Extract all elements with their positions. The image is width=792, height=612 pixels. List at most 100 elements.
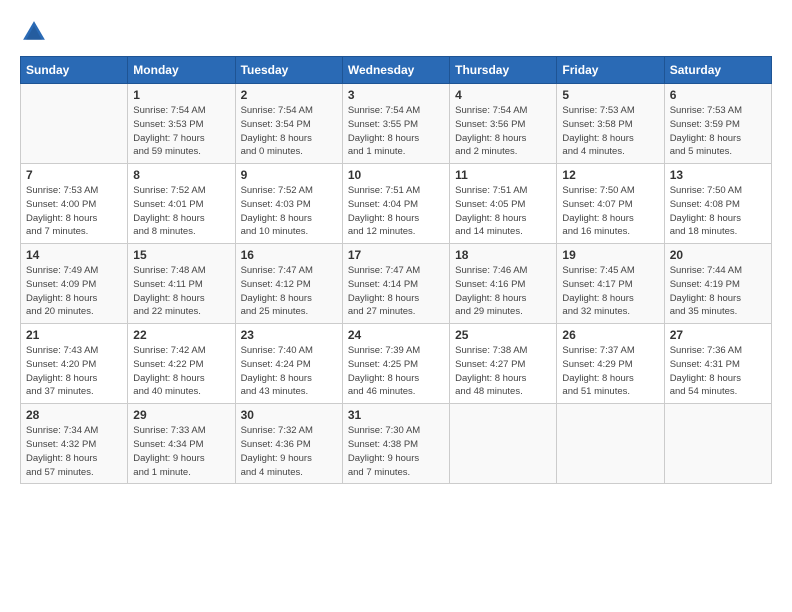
week-row-3: 21 Sunrise: 7:43 AM Sunset: 4:20 PM Dayli… xyxy=(21,324,772,404)
day-number: 7 xyxy=(26,168,122,182)
day-number: 5 xyxy=(562,88,658,102)
day-number: 15 xyxy=(133,248,229,262)
page: SundayMondayTuesdayWednesdayThursdayFrid… xyxy=(0,0,792,494)
day-number: 20 xyxy=(670,248,766,262)
week-row-0: 1 Sunrise: 7:54 AM Sunset: 3:53 PM Daylig… xyxy=(21,84,772,164)
day-info: Sunrise: 7:54 AM Sunset: 3:56 PM Dayligh… xyxy=(455,104,551,159)
day-info: Sunrise: 7:42 AM Sunset: 4:22 PM Dayligh… xyxy=(133,344,229,399)
header-wednesday: Wednesday xyxy=(342,57,449,84)
day-info: Sunrise: 7:36 AM Sunset: 4:31 PM Dayligh… xyxy=(670,344,766,399)
day-number: 2 xyxy=(241,88,337,102)
header-row: SundayMondayTuesdayWednesdayThursdayFrid… xyxy=(21,57,772,84)
day-info: Sunrise: 7:46 AM Sunset: 4:16 PM Dayligh… xyxy=(455,264,551,319)
day-info: Sunrise: 7:53 AM Sunset: 3:59 PM Dayligh… xyxy=(670,104,766,159)
header-friday: Friday xyxy=(557,57,664,84)
day-info: Sunrise: 7:45 AM Sunset: 4:17 PM Dayligh… xyxy=(562,264,658,319)
logo xyxy=(20,18,52,46)
day-cell: 7 Sunrise: 7:53 AM Sunset: 4:00 PM Daylig… xyxy=(21,164,128,244)
day-number: 16 xyxy=(241,248,337,262)
header-monday: Monday xyxy=(128,57,235,84)
day-number: 14 xyxy=(26,248,122,262)
day-cell xyxy=(557,404,664,484)
day-cell xyxy=(664,404,771,484)
day-info: Sunrise: 7:33 AM Sunset: 4:34 PM Dayligh… xyxy=(133,424,229,479)
day-number: 29 xyxy=(133,408,229,422)
logo-icon xyxy=(20,18,48,46)
day-number: 10 xyxy=(348,168,444,182)
day-cell: 17 Sunrise: 7:47 AM Sunset: 4:14 PM Dayli… xyxy=(342,244,449,324)
day-cell: 26 Sunrise: 7:37 AM Sunset: 4:29 PM Dayli… xyxy=(557,324,664,404)
day-cell: 16 Sunrise: 7:47 AM Sunset: 4:12 PM Dayli… xyxy=(235,244,342,324)
day-info: Sunrise: 7:54 AM Sunset: 3:54 PM Dayligh… xyxy=(241,104,337,159)
day-number: 23 xyxy=(241,328,337,342)
day-number: 28 xyxy=(26,408,122,422)
day-info: Sunrise: 7:38 AM Sunset: 4:27 PM Dayligh… xyxy=(455,344,551,399)
day-number: 4 xyxy=(455,88,551,102)
day-info: Sunrise: 7:50 AM Sunset: 4:07 PM Dayligh… xyxy=(562,184,658,239)
day-cell: 4 Sunrise: 7:54 AM Sunset: 3:56 PM Daylig… xyxy=(450,84,557,164)
day-cell: 12 Sunrise: 7:50 AM Sunset: 4:07 PM Dayli… xyxy=(557,164,664,244)
day-cell: 21 Sunrise: 7:43 AM Sunset: 4:20 PM Dayli… xyxy=(21,324,128,404)
header-thursday: Thursday xyxy=(450,57,557,84)
day-info: Sunrise: 7:51 AM Sunset: 4:04 PM Dayligh… xyxy=(348,184,444,239)
day-number: 1 xyxy=(133,88,229,102)
day-cell: 13 Sunrise: 7:50 AM Sunset: 4:08 PM Dayli… xyxy=(664,164,771,244)
day-cell: 23 Sunrise: 7:40 AM Sunset: 4:24 PM Dayli… xyxy=(235,324,342,404)
day-info: Sunrise: 7:54 AM Sunset: 3:53 PM Dayligh… xyxy=(133,104,229,159)
day-info: Sunrise: 7:43 AM Sunset: 4:20 PM Dayligh… xyxy=(26,344,122,399)
day-info: Sunrise: 7:52 AM Sunset: 4:03 PM Dayligh… xyxy=(241,184,337,239)
header-saturday: Saturday xyxy=(664,57,771,84)
day-number: 9 xyxy=(241,168,337,182)
day-cell: 6 Sunrise: 7:53 AM Sunset: 3:59 PM Daylig… xyxy=(664,84,771,164)
day-cell: 24Sunrise: 7:39 AM Sunset: 4:25 PM Dayli… xyxy=(342,324,449,404)
day-cell: 14 Sunrise: 7:49 AM Sunset: 4:09 PM Dayli… xyxy=(21,244,128,324)
day-info: Sunrise: 7:51 AM Sunset: 4:05 PM Dayligh… xyxy=(455,184,551,239)
day-info: Sunrise: 7:47 AM Sunset: 4:14 PM Dayligh… xyxy=(348,264,444,319)
day-info: Sunrise: 7:48 AM Sunset: 4:11 PM Dayligh… xyxy=(133,264,229,319)
day-info: Sunrise: 7:52 AM Sunset: 4:01 PM Dayligh… xyxy=(133,184,229,239)
day-cell: 8Sunrise: 7:52 AM Sunset: 4:01 PM Daylig… xyxy=(128,164,235,244)
day-cell: 20 Sunrise: 7:44 AM Sunset: 4:19 PM Dayli… xyxy=(664,244,771,324)
day-cell: 31Sunrise: 7:30 AM Sunset: 4:38 PM Dayli… xyxy=(342,404,449,484)
day-cell: 1 Sunrise: 7:54 AM Sunset: 3:53 PM Daylig… xyxy=(128,84,235,164)
day-number: 12 xyxy=(562,168,658,182)
day-number: 18 xyxy=(455,248,551,262)
day-number: 19 xyxy=(562,248,658,262)
day-info: Sunrise: 7:49 AM Sunset: 4:09 PM Dayligh… xyxy=(26,264,122,319)
week-row-1: 7 Sunrise: 7:53 AM Sunset: 4:00 PM Daylig… xyxy=(21,164,772,244)
day-number: 6 xyxy=(670,88,766,102)
day-cell: 25 Sunrise: 7:38 AM Sunset: 4:27 PM Dayli… xyxy=(450,324,557,404)
day-info: Sunrise: 7:54 AM Sunset: 3:55 PM Dayligh… xyxy=(348,104,444,159)
day-number: 24 xyxy=(348,328,444,342)
day-number: 17 xyxy=(348,248,444,262)
day-info: Sunrise: 7:53 AM Sunset: 3:58 PM Dayligh… xyxy=(562,104,658,159)
day-info: Sunrise: 7:30 AM Sunset: 4:38 PM Dayligh… xyxy=(348,424,444,479)
week-row-4: 28 Sunrise: 7:34 AM Sunset: 4:32 PM Dayli… xyxy=(21,404,772,484)
day-info: Sunrise: 7:44 AM Sunset: 4:19 PM Dayligh… xyxy=(670,264,766,319)
day-number: 27 xyxy=(670,328,766,342)
day-info: Sunrise: 7:53 AM Sunset: 4:00 PM Dayligh… xyxy=(26,184,122,239)
day-number: 22 xyxy=(133,328,229,342)
day-number: 30 xyxy=(241,408,337,422)
day-info: Sunrise: 7:47 AM Sunset: 4:12 PM Dayligh… xyxy=(241,264,337,319)
day-info: Sunrise: 7:34 AM Sunset: 4:32 PM Dayligh… xyxy=(26,424,122,479)
day-cell: 11Sunrise: 7:51 AM Sunset: 4:05 PM Dayli… xyxy=(450,164,557,244)
day-info: Sunrise: 7:37 AM Sunset: 4:29 PM Dayligh… xyxy=(562,344,658,399)
day-cell: 22 Sunrise: 7:42 AM Sunset: 4:22 PM Dayli… xyxy=(128,324,235,404)
calendar-table: SundayMondayTuesdayWednesdayThursdayFrid… xyxy=(20,56,772,484)
day-number: 26 xyxy=(562,328,658,342)
header xyxy=(20,18,772,46)
day-cell: 15 Sunrise: 7:48 AM Sunset: 4:11 PM Dayli… xyxy=(128,244,235,324)
day-info: Sunrise: 7:40 AM Sunset: 4:24 PM Dayligh… xyxy=(241,344,337,399)
day-info: Sunrise: 7:32 AM Sunset: 4:36 PM Dayligh… xyxy=(241,424,337,479)
day-cell: 30 Sunrise: 7:32 AM Sunset: 4:36 PM Dayli… xyxy=(235,404,342,484)
day-number: 21 xyxy=(26,328,122,342)
day-info: Sunrise: 7:50 AM Sunset: 4:08 PM Dayligh… xyxy=(670,184,766,239)
header-tuesday: Tuesday xyxy=(235,57,342,84)
day-number: 25 xyxy=(455,328,551,342)
day-cell: 27 Sunrise: 7:36 AM Sunset: 4:31 PM Dayli… xyxy=(664,324,771,404)
day-number: 13 xyxy=(670,168,766,182)
day-cell: 3 Sunrise: 7:54 AM Sunset: 3:55 PM Daylig… xyxy=(342,84,449,164)
day-number: 3 xyxy=(348,88,444,102)
day-cell xyxy=(21,84,128,164)
